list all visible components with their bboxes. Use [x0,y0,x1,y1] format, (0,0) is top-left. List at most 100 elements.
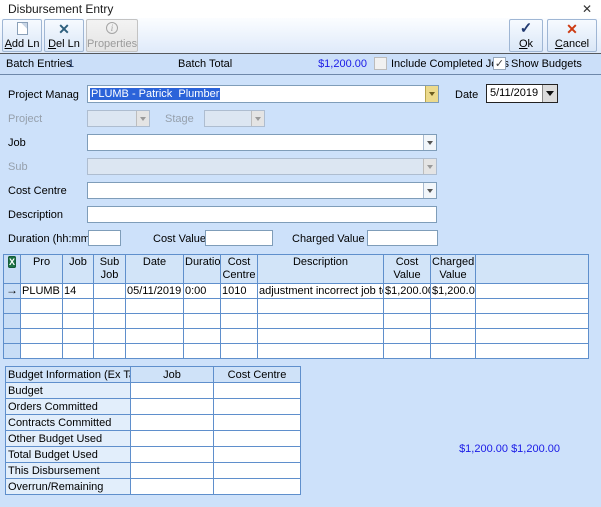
project-label: Project [8,113,42,125]
grid-header-description: Description [258,255,384,284]
stage-label: Stage [165,113,194,125]
grid-data-row: → PLUMB 14 05/11/2019 0:00 1010 adjustme… [4,284,589,299]
cell-description[interactable]: adjustment incorrect job to cor [258,284,384,299]
cost-centre-value [88,183,423,198]
job-label: Job [8,137,26,149]
batch-entries-label: Batch Entries [6,58,71,70]
date-dropdown-icon[interactable] [542,85,557,102]
project-manager-combo[interactable]: PLUMB - Patrick Plumber [87,85,439,103]
cost-total-value: $1,200.00 [458,443,508,455]
cost-centre-dropdown-icon[interactable] [423,183,436,198]
project-dropdown-icon [136,111,149,126]
ok-button[interactable]: ✓ Ok [509,19,543,52]
description-label: Description [8,209,63,221]
properties-icon: i [106,22,118,34]
export-excel-icon[interactable]: X [8,256,16,268]
cancel-button[interactable]: ✕ Cancel [547,19,597,52]
budget-row: Budget [6,383,301,399]
sub-label: Sub [8,161,28,173]
ok-label: Ok [519,39,533,50]
grid-header-cost-centre: Cost Centre [221,255,258,284]
close-icon[interactable]: ✕ [579,1,595,17]
budget-row-label: Orders Committed [6,399,131,415]
show-budgets-checkbox[interactable] [493,57,506,70]
cell-duration[interactable]: 0:00 [184,284,221,299]
cell-charged-value[interactable]: $1,200.00 [431,284,476,299]
stage-combo [204,110,265,127]
titlebar: Disbursement Entry ✕ [0,0,601,18]
project-manager-value: PLUMB - Patrick Plumber [88,86,425,102]
cell-extra[interactable] [476,284,589,299]
job-combo[interactable] [87,134,437,151]
add-line-label: Add Ln [5,39,40,50]
job-dropdown-icon[interactable] [423,135,436,150]
budget-row-label: This Disbursement [6,463,131,479]
budget-row: Other Budget Used [6,431,301,447]
toolbar: Add Ln ✕ Del Ln i Properties ✓ Ok ✕ Canc… [0,18,601,54]
budget-row-label: Other Budget Used [6,431,131,447]
duration-label: Duration (hh:mm) [8,233,94,245]
sub-value [88,159,423,174]
row-indicator-cell: → [4,284,21,299]
delete-line-label: Del Ln [48,39,80,50]
date-picker[interactable]: 5/11/2019 [486,84,558,103]
charged-value-input[interactable] [367,230,438,246]
grid-empty-row [4,344,589,359]
grid-header-charged-value: Charged Value [431,255,476,284]
project-value [88,111,136,126]
budget-row: Overrun/Remaining [6,479,301,495]
cost-centre-combo[interactable] [87,182,437,199]
budget-row: This Disbursement [6,463,301,479]
cost-value-input[interactable] [205,230,273,246]
disbursement-grid: X Pro Job Sub Job Date Duration Cost Cen… [3,254,589,359]
budget-row: Orders Committed [6,399,301,415]
project-manager-selected-text: PLUMB - Patrick Plumber [90,88,220,100]
grid-header-icon-cell: X [4,255,21,284]
date-value: 5/11/2019 [487,85,542,102]
grid-header-duration: Duration [184,255,221,284]
project-manager-dropdown-icon[interactable] [425,86,438,102]
batch-bar: Batch Entries 1 Batch Total $1,200.00 In… [0,54,601,75]
show-budgets-label: Show Budgets [511,58,582,70]
cell-job[interactable]: 14 [63,284,94,299]
ok-check-icon: ✓ [520,22,533,36]
cost-value-label: Cost Value [153,233,206,245]
sub-dropdown-icon [423,159,436,174]
grid-header-sub-job: Sub Job [94,255,126,284]
include-completed-jobs-checkbox[interactable] [374,57,387,70]
project-combo [87,110,150,127]
job-value [88,135,423,150]
budget-row: Contracts Committed [6,415,301,431]
cell-cost-value[interactable]: $1,200.00 [384,284,431,299]
cell-date[interactable]: 05/11/2019 [126,284,184,299]
budget-header-cost-centre: Cost Centre [214,367,301,383]
cell-sub-job[interactable] [94,284,126,299]
duration-input[interactable] [88,230,121,246]
budget-row-label: Contracts Committed [6,415,131,431]
grid-empty-row [4,329,589,344]
batch-entries-value: 1 [68,58,74,70]
grid-header-pro: Pro [21,255,63,284]
budget-header-job: Job [131,367,214,383]
add-line-button[interactable]: Add Ln [2,19,42,52]
grid-empty-row [4,299,589,314]
date-label: Date [455,89,478,101]
cell-cost-centre[interactable]: 1010 [221,284,258,299]
cancel-x-icon: ✕ [566,22,578,36]
sub-combo [87,158,437,175]
charged-value-label: Charged Value [292,233,365,245]
include-completed-jobs-label: Include Completed Jobs [391,58,509,70]
budget-header-info: Budget Information (Ex Tax) [6,367,131,383]
batch-total-label: Batch Total [178,58,232,70]
cell-pro[interactable]: PLUMB [21,284,63,299]
project-manager-label: Project Manag [8,89,79,101]
add-line-icon [17,22,28,35]
delete-line-button[interactable]: ✕ Del Ln [44,19,84,52]
grid-header-job: Job [63,255,94,284]
budget-row: Total Budget Used [6,447,301,463]
grid-header-date: Date [126,255,184,284]
description-input[interactable] [87,206,437,223]
grid-header-cost-value: Cost Value [384,255,431,284]
budget-header-row: Budget Information (Ex Tax) Job Cost Cen… [6,367,301,383]
budget-info-table: Budget Information (Ex Tax) Job Cost Cen… [5,366,301,495]
